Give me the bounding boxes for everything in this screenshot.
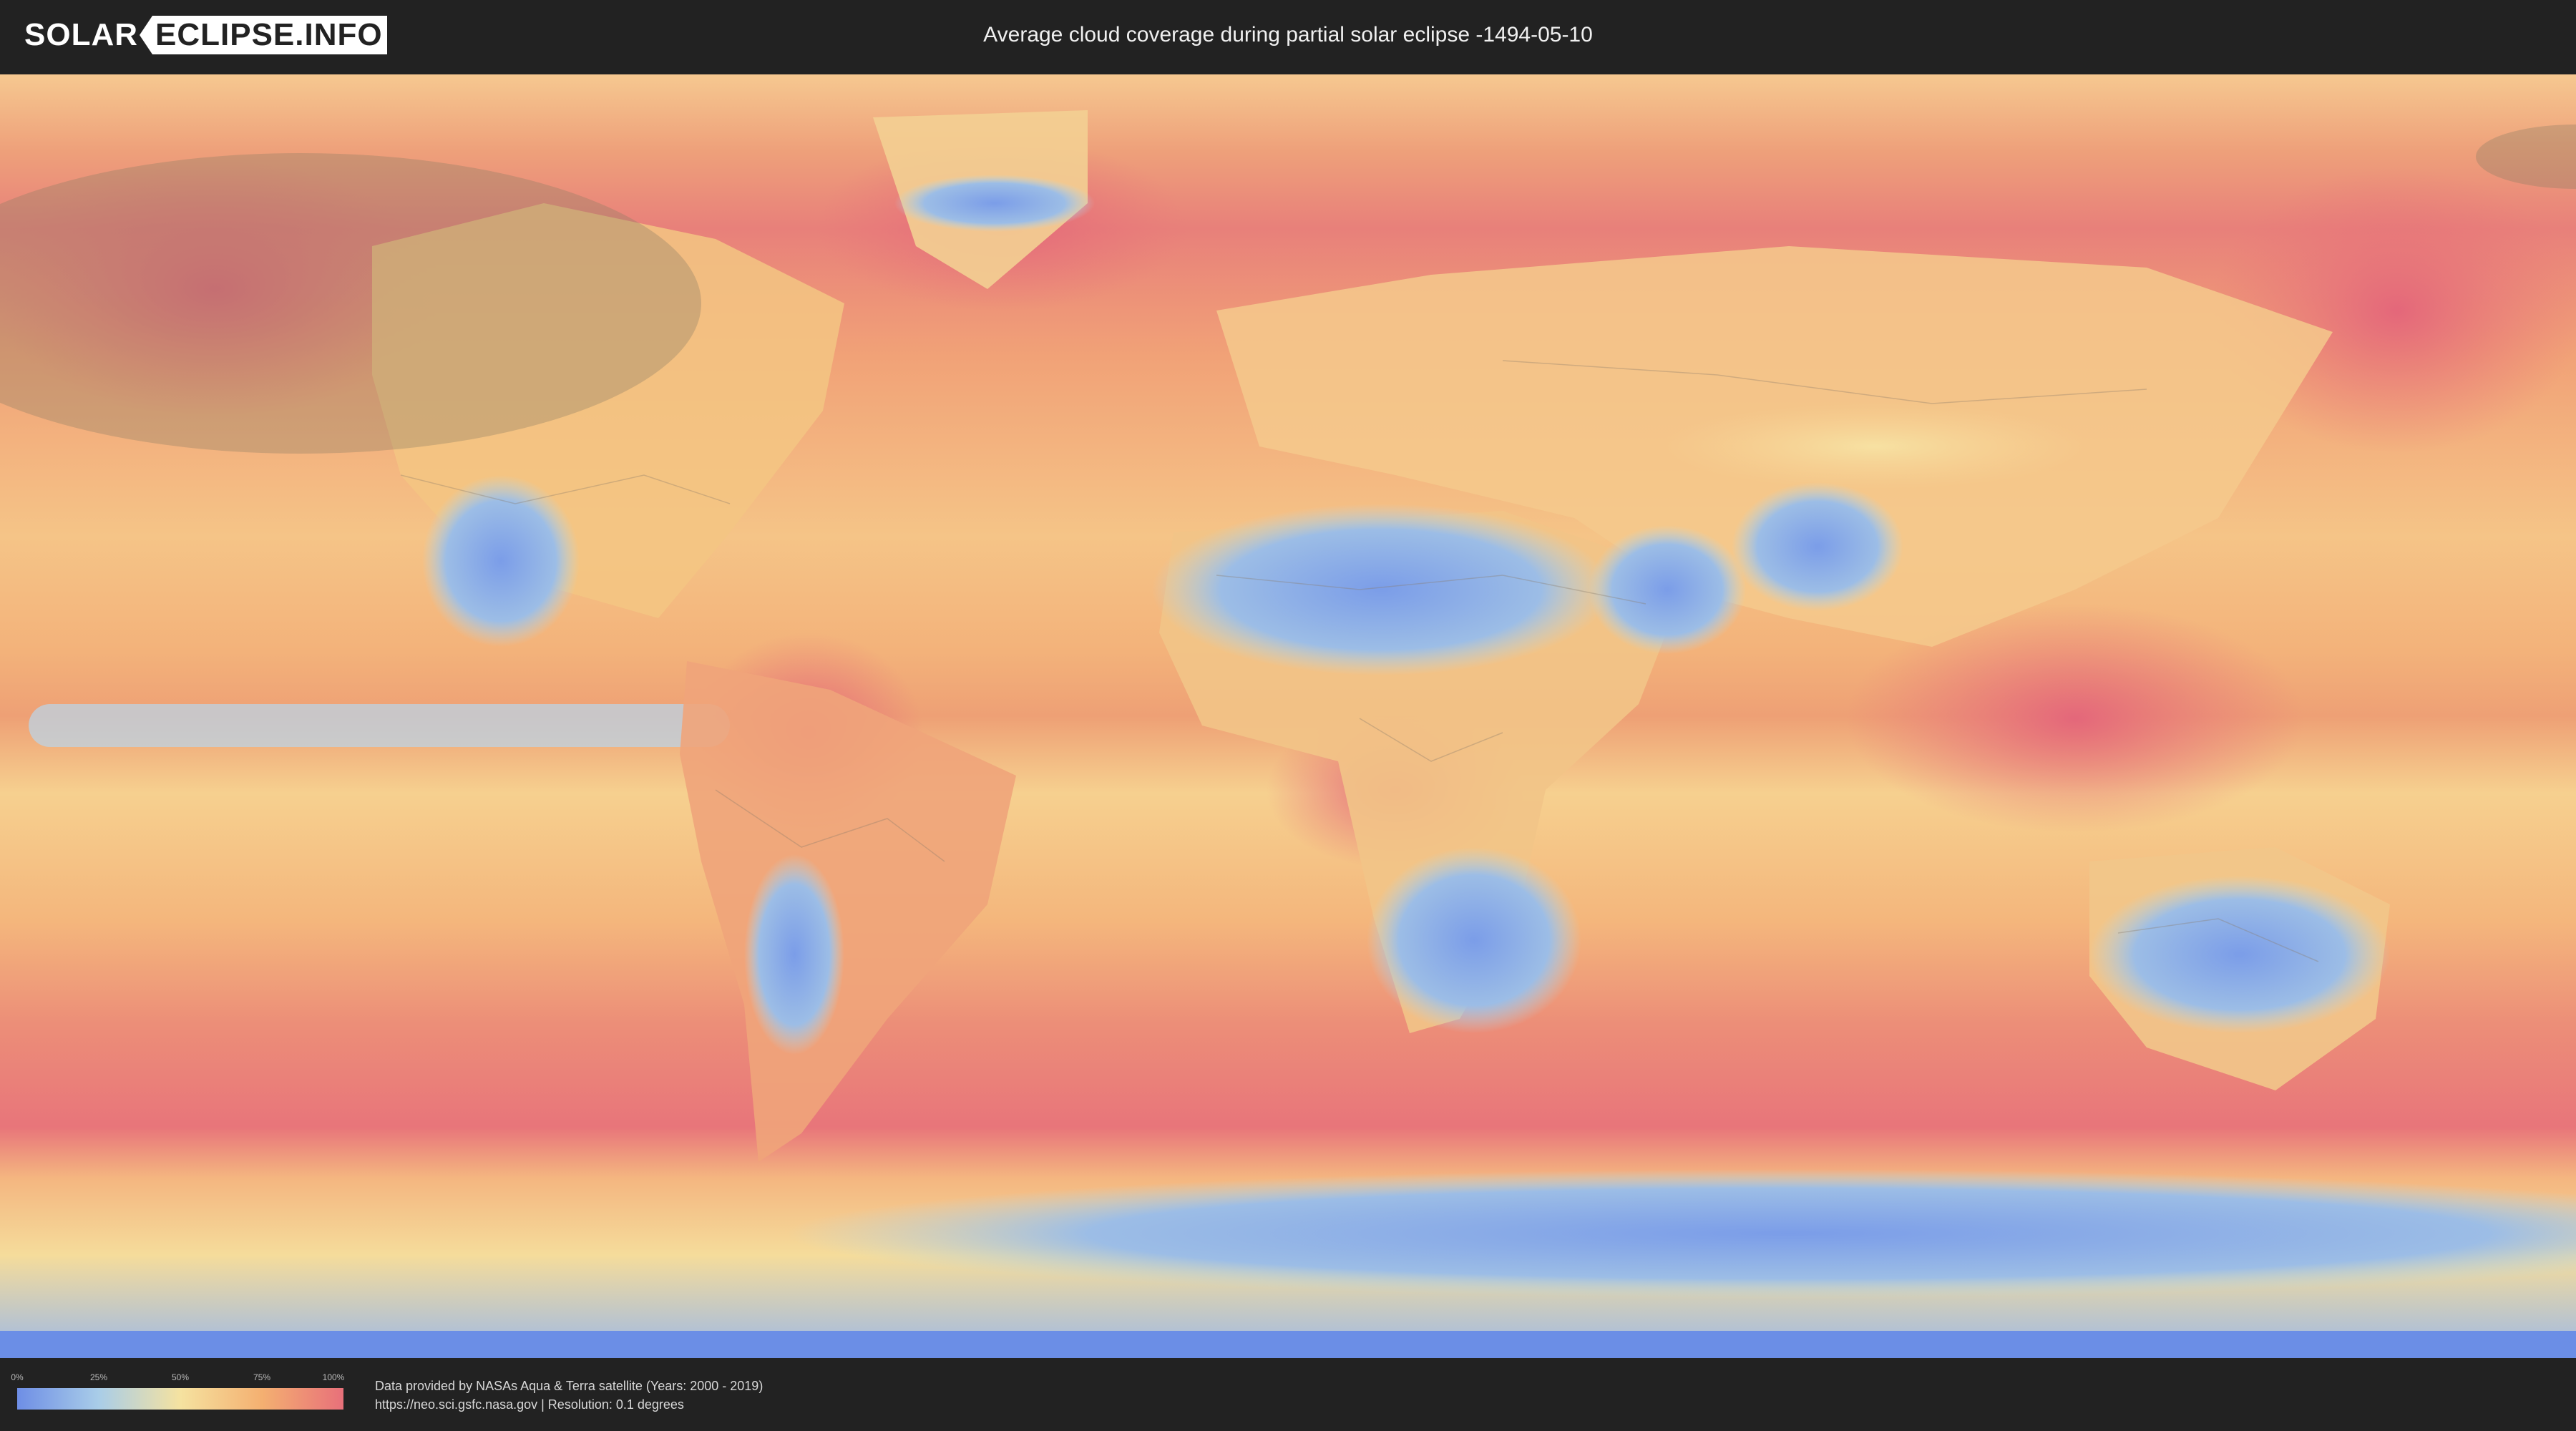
arabia-clear <box>1589 525 1746 654</box>
header-bar: SOLAR ECLIPSE.INFO Average cloud coverag… <box>0 0 2576 70</box>
southern-africa-clear <box>1367 847 1581 1033</box>
legend-tick-100: 100% <box>322 1372 345 1382</box>
central-asia-light <box>1660 404 2089 489</box>
legend-tick-75: 75% <box>253 1372 271 1382</box>
legend-tick-25: 25% <box>89 1372 108 1382</box>
australia-clear <box>2089 876 2390 1033</box>
page-title: Average cloud coverage during partial so… <box>983 23 1593 47</box>
data-credits: Data provided by NASAs Aqua & Terra sate… <box>375 1377 763 1414</box>
legend-color-bar <box>17 1388 343 1410</box>
antarctic-edge <box>0 1331 2576 1358</box>
cloud-coverage-map[interactable] <box>0 74 2576 1358</box>
legend-tick-0: 0% <box>11 1372 24 1382</box>
andes-clear <box>744 854 844 1055</box>
credits-line-source: Data provided by NASAs Aqua & Terra sate… <box>375 1379 763 1393</box>
mexico-clear <box>422 475 580 647</box>
legend-tick-50: 50% <box>171 1372 190 1382</box>
pacific-clear-band <box>29 704 730 747</box>
sahara-clear <box>1152 504 1610 675</box>
greenland-clear <box>894 175 1095 232</box>
iran-clear <box>1732 482 1903 611</box>
credits-line-url[interactable]: https://neo.sci.gsfc.nasa.gov | Resoluti… <box>375 1395 763 1414</box>
world-map-svg <box>0 74 2576 1358</box>
